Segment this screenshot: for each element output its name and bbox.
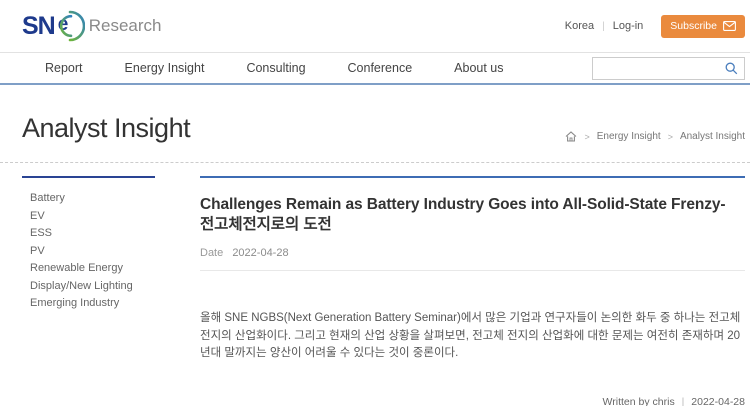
nav-item-report[interactable]: Report: [45, 61, 83, 75]
article: Challenges Remain as Battery Industry Go…: [200, 176, 745, 406]
breadcrumb-separator: >: [668, 132, 673, 142]
header: SNe Research Korea | Log-in Subscribe: [0, 0, 750, 52]
search-icon[interactable]: [725, 62, 738, 75]
nav-item-consulting[interactable]: Consulting: [246, 61, 305, 75]
article-footer: Written by chris | 2022-04-28: [200, 396, 745, 406]
footer-separator: |: [682, 396, 685, 406]
header-links: Korea | Log-in Subscribe: [565, 15, 745, 38]
footer-date: 2022-04-28: [691, 396, 745, 406]
sne-logo: SNe: [22, 9, 85, 43]
breadcrumb: > Energy Insight > Analyst Insight: [565, 131, 745, 142]
search-box: [592, 57, 745, 80]
sidebar-item-display-new-lighting[interactable]: Display/New Lighting: [30, 278, 155, 296]
subscribe-label: Subscribe: [670, 20, 717, 32]
logo[interactable]: SNe Research: [22, 9, 162, 43]
search-input[interactable]: [599, 62, 725, 74]
logo-research-text: Research: [89, 16, 162, 36]
page-title: Analyst Insight: [22, 111, 190, 145]
sidebar-item-renewable-energy[interactable]: Renewable Energy: [30, 260, 155, 278]
date-label: Date: [200, 247, 223, 259]
sidebar-item-ess[interactable]: ESS: [30, 225, 155, 243]
nav-item-conference[interactable]: Conference: [348, 61, 413, 75]
sidebar-item-ev[interactable]: EV: [30, 208, 155, 226]
sidebar-item-pv[interactable]: PV: [30, 243, 155, 261]
author-link[interactable]: chris: [653, 396, 675, 406]
logo-swoosh-icon: [51, 9, 85, 43]
sidebar-item-emerging-industry[interactable]: Emerging Industry: [30, 295, 155, 313]
page-heading-row: Analyst Insight > Energy Insight > Analy…: [0, 85, 750, 145]
breadcrumb-separator: >: [584, 132, 589, 142]
main-area: Battery EV ESS PV Renewable Energy Displ…: [0, 163, 750, 406]
article-divider: [200, 270, 745, 271]
article-title: Challenges Remain as Battery Industry Go…: [200, 195, 745, 234]
article-title-ko: 전고체전지로의 도전: [200, 215, 745, 235]
article-date-row: Date 2022-04-28: [200, 247, 745, 259]
written-by-label: Written by: [603, 396, 650, 406]
sidebar-item-battery[interactable]: Battery: [30, 190, 155, 208]
home-icon[interactable]: [565, 131, 577, 142]
breadcrumb-energy-insight[interactable]: Energy Insight: [597, 131, 661, 142]
article-body: 올해 SNE NGBS(Next Generation Battery Semi…: [200, 310, 745, 363]
breadcrumb-analyst-insight[interactable]: Analyst Insight: [680, 131, 745, 142]
header-link-separator: |: [602, 21, 605, 32]
subscribe-button[interactable]: Subscribe: [661, 15, 745, 38]
korea-link[interactable]: Korea: [565, 20, 594, 32]
mail-icon: [723, 21, 736, 31]
nav-item-about-us[interactable]: About us: [454, 61, 503, 75]
nav-item-energy-insight[interactable]: Energy Insight: [125, 61, 205, 75]
main-nav: Report Energy Insight Consulting Confere…: [0, 52, 750, 85]
date-value: 2022-04-28: [232, 247, 288, 259]
sidebar: Battery EV ESS PV Renewable Energy Displ…: [22, 176, 155, 406]
login-link[interactable]: Log-in: [613, 20, 644, 32]
article-title-en: Challenges Remain as Battery Industry Go…: [200, 195, 745, 215]
